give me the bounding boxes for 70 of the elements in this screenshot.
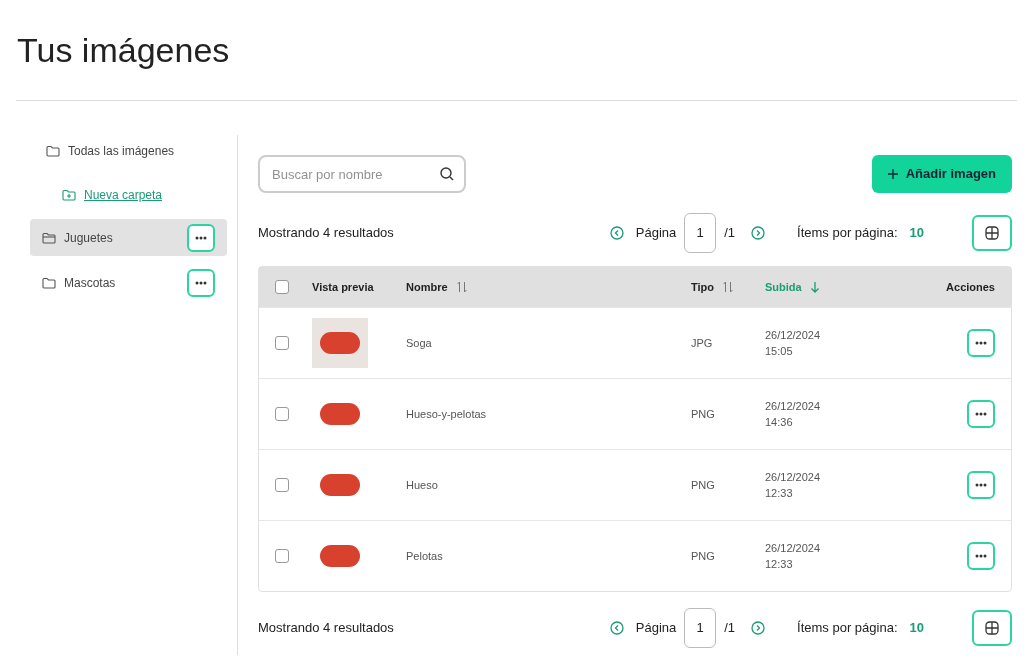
table-cell-text: 26/12/2024 12:33 [765, 541, 822, 572]
folder-name: Juguetes [64, 229, 113, 247]
grid-icon [985, 226, 999, 240]
folder-item[interactable]: Juguetes [30, 219, 227, 256]
checkbox[interactable] [275, 336, 289, 350]
add-image-button[interactable]: Añadir imagen [871, 155, 1012, 193]
previous-page-icon[interactable] [609, 226, 624, 240]
column-header: Acciones [946, 279, 995, 295]
checkbox[interactable] [275, 549, 289, 563]
items-per-page-label: Ítems por página: [797, 224, 898, 243]
more-icon [975, 554, 987, 558]
sidebar-item[interactable]: Todas las imágenes [30, 135, 227, 167]
more-button[interactable] [967, 329, 995, 357]
folder-plus-icon [62, 189, 76, 201]
page-total: /1 [724, 224, 736, 243]
table-cell: Soga [406, 336, 432, 349]
folder-name: Mascotas [64, 274, 116, 292]
table-cell-text: 26/12/2024 12:33 [765, 470, 822, 501]
more-icon [975, 483, 987, 487]
folder-icon [42, 276, 56, 289]
next-page-icon[interactable] [751, 621, 766, 635]
sort-icon [722, 281, 734, 293]
more-icon [975, 341, 987, 345]
folder-icon [42, 231, 56, 244]
more-icon [195, 280, 207, 285]
items-per-page-label: Ítems por página: [797, 619, 898, 638]
sort-down-icon [809, 281, 820, 293]
page-input[interactable]: 1 [684, 213, 717, 253]
checkbox[interactable] [275, 478, 289, 492]
more-icon [975, 412, 987, 416]
grid-view-button[interactable] [972, 215, 1012, 251]
page-title: Tus imágenes [16, 30, 231, 71]
column-header[interactable]: Tipo [691, 278, 714, 296]
table-cell: PNG [691, 407, 715, 420]
more-button[interactable] [967, 542, 995, 570]
folder-item[interactable]: Mascotas [30, 264, 227, 301]
table-cell: PNG [691, 478, 715, 491]
new-folder-link[interactable]: Nueva carpeta [62, 179, 227, 211]
results-count: Mostrando 4 resultados [258, 619, 394, 638]
table-cell-text: 26/12/2024 15:05 [765, 328, 822, 359]
table-cell: PNG [691, 549, 715, 562]
search-field[interactable]: Buscar por nombre [258, 155, 466, 193]
grid-view-button[interactable] [972, 610, 1012, 646]
photo-placeholder [312, 318, 368, 368]
page-input[interactable]: 1 [684, 608, 717, 648]
folder-icon [46, 145, 60, 157]
page-label: Página [635, 224, 677, 243]
table-cell: Hueso-y-pelotas [406, 407, 487, 420]
checkbox[interactable] [275, 407, 289, 421]
sort-icon [455, 281, 468, 293]
table-cell: JPG [691, 336, 713, 349]
more-icon [195, 235, 207, 240]
page-total: /1 [724, 619, 736, 638]
more-button[interactable] [187, 268, 215, 297]
page-label: Página [635, 619, 677, 638]
more-button[interactable] [187, 223, 215, 252]
search-icon [440, 167, 454, 181]
more-button[interactable] [967, 400, 995, 428]
next-page-icon[interactable] [751, 226, 766, 240]
previous-page-icon[interactable] [609, 621, 624, 635]
more-button[interactable] [967, 471, 995, 499]
checkbox[interactable] [275, 280, 289, 294]
table-cell: Hueso [406, 478, 438, 491]
table-cell: Pelotas [406, 549, 443, 562]
column-header: Vista previa [312, 279, 374, 295]
column-header[interactable]: Nombre [406, 278, 448, 296]
results-count: Mostrando 4 resultados [258, 224, 394, 243]
grid-icon [985, 621, 999, 635]
table-cell-text: 26/12/2024 14:36 [765, 399, 822, 430]
plus-icon [887, 169, 898, 179]
